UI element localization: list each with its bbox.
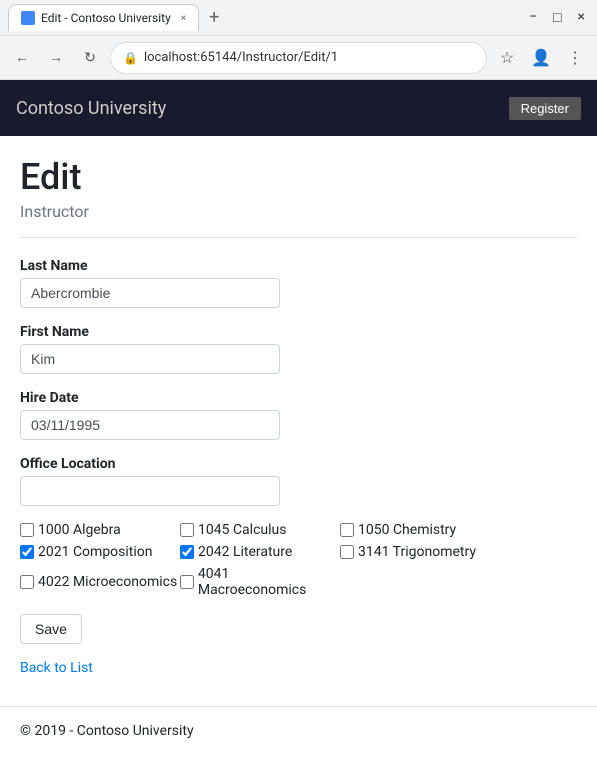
footer-text: © 2019 - Contoso University — [20, 723, 194, 739]
back-to-list-link[interactable]: Back to List — [20, 660, 93, 676]
save-button[interactable]: Save — [20, 614, 82, 644]
browser-titlebar: Edit - Contoso University × + − □ × — [0, 0, 597, 36]
back-button[interactable]: ← — [8, 44, 36, 72]
first-name-group: First Name — [20, 324, 577, 374]
course-item: 4022 Microeconomics — [20, 566, 180, 598]
lock-icon: 🔒 — [123, 51, 138, 65]
course-label-2042: 2042 Literature — [198, 544, 292, 560]
course-item: 2021 Composition — [20, 544, 180, 560]
browser-toolbar: ← → ↻ 🔒 localhost:65144/Instructor/Edit/… — [0, 36, 597, 80]
divider — [20, 237, 577, 238]
course-checkbox-4041[interactable] — [180, 575, 194, 589]
tab-area: Edit - Contoso University × + — [8, 4, 521, 31]
course-checkbox-1050[interactable] — [340, 523, 354, 537]
course-checkbox-2042[interactable] — [180, 545, 194, 559]
course-item: 1045 Calculus — [180, 522, 340, 538]
page-title: Edit — [20, 156, 577, 198]
office-location-group: Office Location — [20, 456, 577, 506]
course-checkbox-3141[interactable] — [340, 545, 354, 559]
first-name-label: First Name — [20, 324, 577, 340]
active-tab[interactable]: Edit - Contoso University × — [8, 4, 199, 31]
window-controls: − □ × — [525, 7, 589, 28]
forward-button[interactable]: → — [42, 44, 70, 72]
hire-date-label: Hire Date — [20, 390, 577, 406]
course-label-1000: 1000 Algebra — [38, 522, 121, 538]
last-name-label: Last Name — [20, 258, 577, 274]
office-location-label: Office Location — [20, 456, 577, 472]
maximize-button[interactable]: □ — [549, 7, 565, 28]
page-content: Edit Instructor Last Name First Name Hir… — [0, 136, 597, 696]
course-label-4022: 4022 Microeconomics — [38, 574, 177, 590]
minimize-button[interactable]: − — [525, 7, 541, 28]
app-brand: Contoso University — [16, 98, 166, 119]
app-navbar: Contoso University Register — [0, 80, 597, 136]
bookmark-icon[interactable]: ☆ — [493, 44, 521, 72]
refresh-button[interactable]: ↻ — [76, 44, 104, 72]
address-text: localhost:65144/Instructor/Edit/1 — [144, 50, 474, 65]
page-footer: © 2019 - Contoso University — [0, 706, 597, 755]
tab-title: Edit - Contoso University — [41, 11, 171, 25]
course-label-1050: 1050 Chemistry — [358, 522, 456, 538]
course-checkbox-1000[interactable] — [20, 523, 34, 537]
browser-menu-icon[interactable]: ⋮ — [561, 44, 589, 72]
tab-close-icon[interactable]: × — [181, 13, 186, 24]
page-subtitle: Instructor — [20, 202, 577, 221]
course-checkbox-4022[interactable] — [20, 575, 34, 589]
course-item: 4041 Macroeconomics — [180, 566, 340, 598]
new-tab-button[interactable]: + — [203, 5, 225, 30]
address-bar[interactable]: 🔒 localhost:65144/Instructor/Edit/1 — [110, 42, 487, 74]
office-location-input[interactable] — [20, 476, 280, 506]
course-label-3141: 3141 Trigonometry — [358, 544, 476, 560]
close-button[interactable]: × — [574, 7, 589, 28]
last-name-group: Last Name — [20, 258, 577, 308]
hire-date-input[interactable] — [20, 410, 280, 440]
course-checkbox-2021[interactable] — [20, 545, 34, 559]
course-label-2021: 2021 Composition — [38, 544, 153, 560]
course-item: 1050 Chemistry — [340, 522, 500, 538]
course-item: 1000 Algebra — [20, 522, 180, 538]
profile-icon[interactable]: 👤 — [527, 44, 555, 72]
course-label-4041: 4041 Macroeconomics — [198, 566, 340, 598]
tab-favicon — [21, 11, 35, 25]
course-checkbox-1045[interactable] — [180, 523, 194, 537]
course-item: 3141 Trigonometry — [340, 544, 500, 560]
first-name-input[interactable] — [20, 344, 280, 374]
course-label-1045: 1045 Calculus — [198, 522, 286, 538]
courses-grid: 1000 Algebra 1045 Calculus 1050 Chemistry 2… — [20, 522, 577, 598]
course-item: 2042 Literature — [180, 544, 340, 560]
last-name-input[interactable] — [20, 278, 280, 308]
hire-date-group: Hire Date — [20, 390, 577, 440]
register-button[interactable]: Register — [509, 97, 581, 120]
